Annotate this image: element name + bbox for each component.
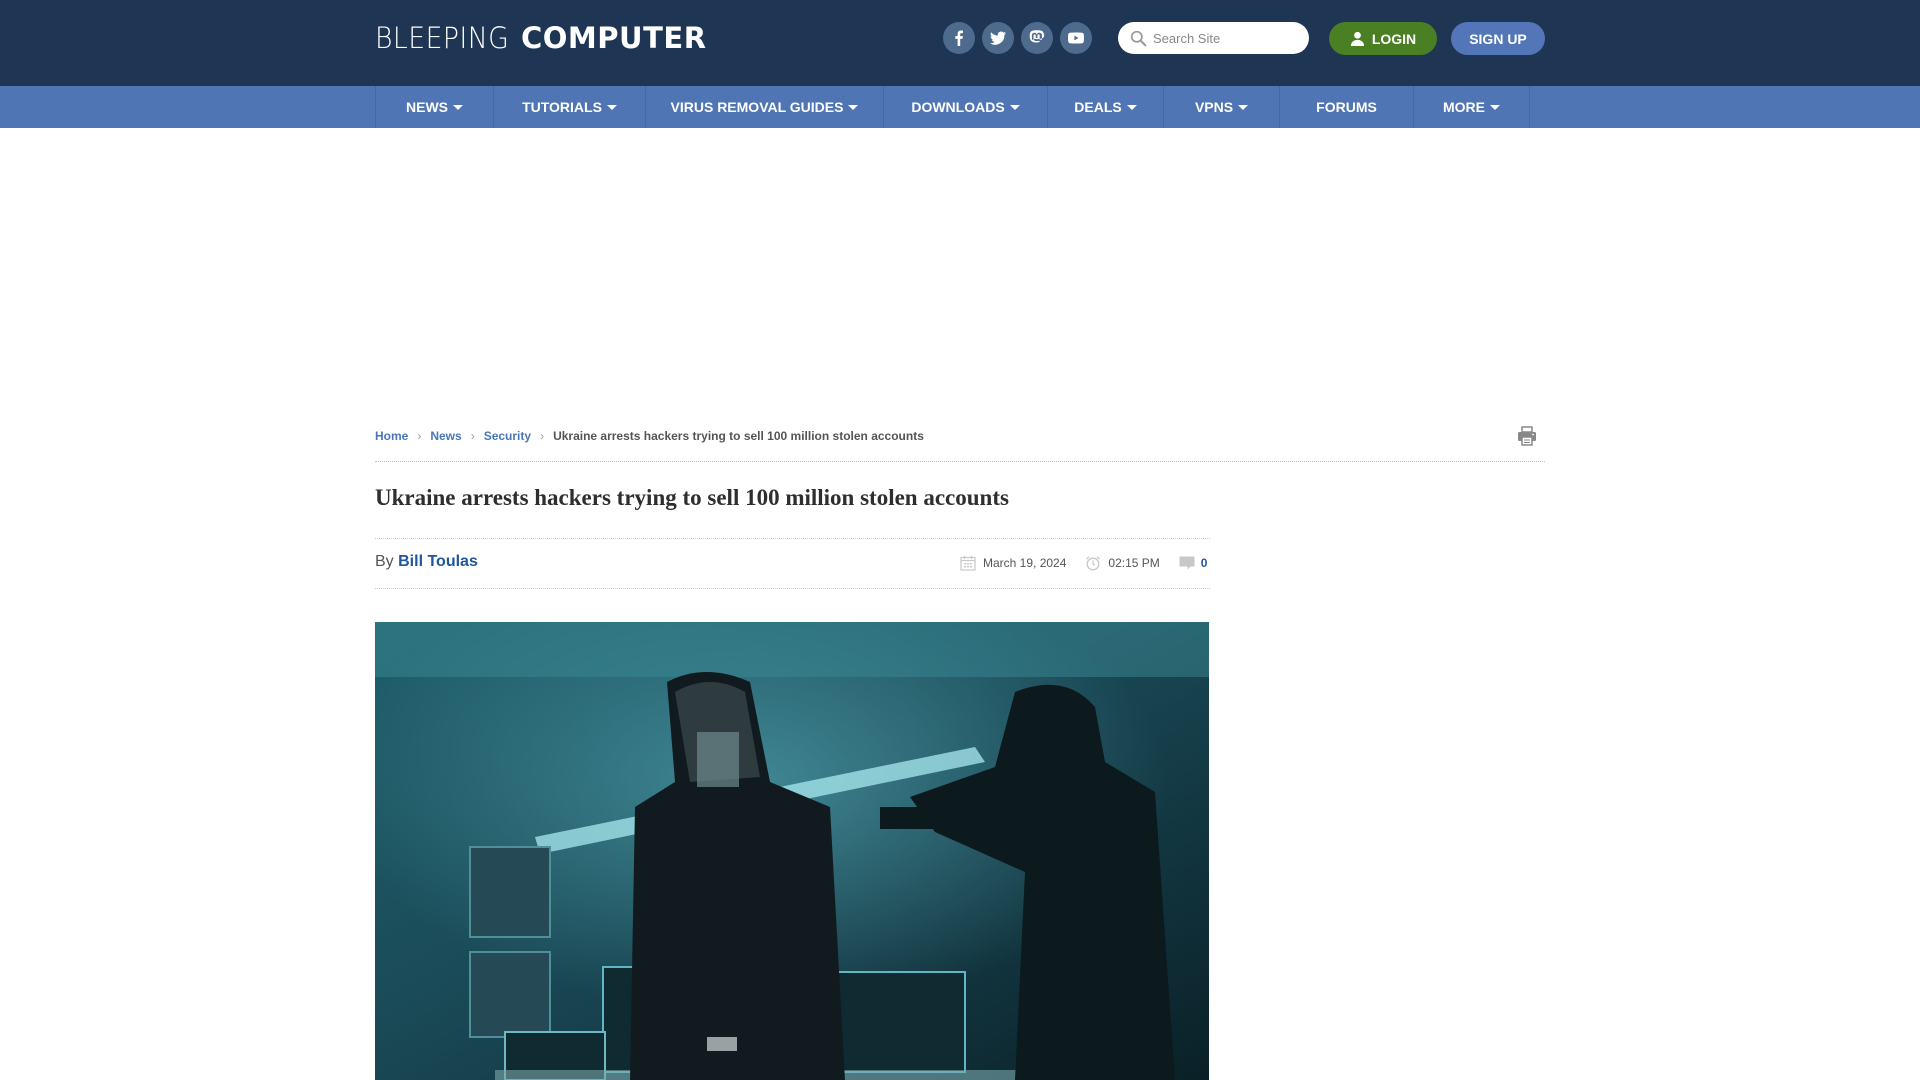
comment-count: 0 bbox=[1200, 556, 1208, 570]
breadcrumb-current: Ukraine arrests hackers trying to sell 1… bbox=[553, 429, 924, 443]
twitter-link[interactable] bbox=[982, 22, 1014, 54]
article-time: 02:15 PM bbox=[1108, 556, 1160, 570]
nav-label: TUTORIALS bbox=[522, 99, 602, 115]
comments-link[interactable]: 0 bbox=[1179, 555, 1208, 571]
calendar-icon bbox=[960, 556, 976, 571]
comment-icon bbox=[1179, 556, 1195, 570]
youtube-icon bbox=[1068, 32, 1084, 44]
chevron-right-icon: › bbox=[470, 429, 475, 443]
nav-label: VIRUS REMOVAL GUIDES bbox=[670, 99, 844, 115]
nav-item-vpns[interactable]: VPNS bbox=[1164, 86, 1280, 128]
nav-item-tutorials[interactable]: TUTORIALS bbox=[494, 86, 646, 128]
nav-item-deals[interactable]: DEALS bbox=[1048, 86, 1164, 128]
twitter-icon bbox=[990, 31, 1006, 45]
logo-light-text: BLEEPING bbox=[375, 21, 510, 55]
login-label: LOGIN bbox=[1371, 30, 1417, 47]
breadcrumb-home[interactable]: Home bbox=[375, 429, 408, 443]
nav-item-more[interactable]: MORE bbox=[1414, 86, 1530, 128]
caret-down-icon bbox=[606, 104, 617, 110]
chevron-right-icon: › bbox=[540, 429, 545, 443]
nav-label: FORUMS bbox=[1316, 99, 1377, 115]
breadcrumb-security[interactable]: Security bbox=[484, 429, 531, 443]
breadcrumb-divider bbox=[375, 461, 1545, 462]
nav-label: VPNS bbox=[1194, 99, 1234, 115]
nav-label: DOWNLOADS bbox=[911, 99, 1005, 115]
hacker-arrest-image bbox=[375, 622, 1209, 1080]
chevron-right-icon: › bbox=[417, 429, 422, 443]
nav-items: NEWS TUTORIALS VIRUS REMOVAL GUIDES DOWN… bbox=[375, 86, 1530, 128]
site-header: BLEEPING COMPUTER LOGIN SIGN UP bbox=[0, 0, 1920, 86]
by-label: By bbox=[375, 553, 394, 570]
mastodon-icon bbox=[1029, 30, 1045, 43]
caret-down-icon bbox=[1009, 104, 1020, 110]
article-meta: March 19, 2024 02:15 PM 0 bbox=[960, 555, 1207, 571]
caret-down-icon bbox=[1238, 104, 1249, 110]
meta-divider-bottom bbox=[375, 588, 1210, 589]
login-button[interactable]: LOGIN bbox=[1329, 22, 1437, 55]
nav-item-virus-removal-guides[interactable]: VIRUS REMOVAL GUIDES bbox=[646, 86, 884, 128]
user-icon bbox=[1350, 31, 1364, 46]
social-links bbox=[943, 22, 1092, 54]
author-link[interactable]: Bill Toulas bbox=[398, 553, 478, 570]
nav-item-forums[interactable]: FORUMS bbox=[1280, 86, 1414, 128]
nav-label: DEALS bbox=[1074, 99, 1122, 115]
article-title: Ukraine arrests hackers trying to sell 1… bbox=[375, 485, 1009, 510]
search-icon bbox=[1130, 30, 1147, 46]
breadcrumb: Home › News › Security › Ukraine arrests… bbox=[375, 429, 924, 443]
breadcrumb-news[interactable]: News bbox=[430, 429, 461, 443]
site-logo[interactable]: BLEEPING COMPUTER bbox=[375, 20, 707, 56]
print-button[interactable] bbox=[1516, 425, 1538, 447]
nav-label: MORE bbox=[1443, 99, 1485, 115]
nav-label: NEWS bbox=[406, 99, 448, 115]
search-box bbox=[1118, 22, 1309, 54]
logo-bold-text: COMPUTER bbox=[521, 21, 707, 55]
caret-down-icon bbox=[1490, 104, 1500, 110]
facebook-icon bbox=[955, 30, 963, 46]
facebook-link[interactable] bbox=[943, 22, 975, 54]
caret-down-icon bbox=[1126, 104, 1137, 110]
alarm-clock-icon bbox=[1086, 556, 1101, 571]
caret-down-icon bbox=[848, 104, 859, 110]
meta-divider-top bbox=[375, 538, 1210, 539]
caret-down-icon bbox=[453, 104, 463, 110]
mastodon-link[interactable] bbox=[1021, 22, 1053, 54]
nav-item-downloads[interactable]: DOWNLOADS bbox=[884, 86, 1048, 128]
printer-icon bbox=[1518, 426, 1536, 446]
signup-label: SIGN UP bbox=[1469, 30, 1527, 47]
main-nav: NEWS TUTORIALS VIRUS REMOVAL GUIDES DOWN… bbox=[0, 86, 1920, 128]
nav-item-news[interactable]: NEWS bbox=[376, 86, 494, 128]
byline: By Bill Toulas bbox=[375, 553, 478, 571]
youtube-link[interactable] bbox=[1060, 22, 1092, 54]
search-input[interactable] bbox=[1153, 30, 1303, 46]
signup-button[interactable]: SIGN UP bbox=[1451, 22, 1545, 55]
article-hero-image bbox=[375, 622, 1209, 1080]
article-date: March 19, 2024 bbox=[983, 556, 1067, 570]
